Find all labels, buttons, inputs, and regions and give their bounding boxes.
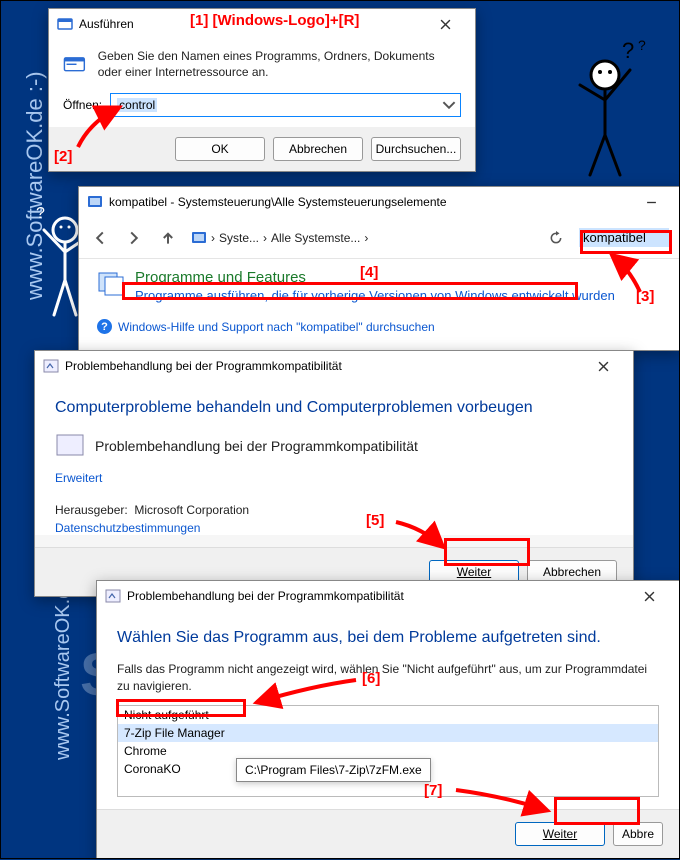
window-title: Problembehandlung bei der Programmkompat… [127,589,404,603]
run-title: Ausführen [79,17,134,31]
list-item[interactable]: Nicht aufgeführt [118,706,658,724]
ts-subheading: Problembehandlung bei der Programmkompat… [55,431,613,461]
minimize-button[interactable] [631,187,671,217]
programs-features-heading: Programme und Features [135,269,615,286]
run-dialog: Ausführen Geben Sie den Namen eines Prog… [48,8,476,172]
chevron-down-icon[interactable] [442,98,456,112]
publisher-value: Microsoft Corporation [134,503,249,517]
run-icon [57,16,73,32]
path-tooltip: C:\Program Files\7-Zip\7zFM.exe [236,758,431,782]
help-search-link[interactable]: ? Windows-Hilfe und Support nach "kompat… [97,319,661,334]
svg-text:?: ? [638,40,646,53]
list-item-selected[interactable]: 7-Zip File Manager [118,724,658,742]
ts-hint: Falls das Programm nicht angezeigt wird,… [117,661,659,695]
cancel-button[interactable]: Abbre [613,822,663,846]
wizard-icon [55,431,85,461]
breadcrumb[interactable]: › Syste... › Alle Systemste... › [191,230,533,246]
watermark-text: www.SoftwareOK.de :-) [22,71,48,300]
programs-features-icon [97,269,125,297]
control-panel-icon [87,194,103,210]
titlebar: Problembehandlung bei der Programmkompat… [35,351,633,381]
window-title: Problembehandlung bei der Programmkompat… [65,359,342,373]
refresh-button[interactable] [545,227,567,249]
titlebar: Ausführen [49,9,475,39]
titlebar: kompatibel - Systemsteuerung\Alle System… [79,187,679,217]
wizard-icon [105,588,121,604]
control-panel-window: kompatibel - Systemsteuerung\Alle System… [78,186,680,351]
run-large-icon [63,49,86,81]
close-button[interactable] [581,351,625,381]
troubleshooter-window-2: Problembehandlung bei der Programmkompat… [96,580,680,859]
wizard-icon [43,358,59,374]
ts-heading: Wählen Sie das Programm aus, bei dem Pro… [117,629,659,647]
compat-troubleshooter-link[interactable]: Programme ausführen, die für vorherige V… [135,288,615,303]
cancel-button[interactable]: Abbrechen [273,137,363,161]
advanced-link[interactable]: Erweitert [55,471,613,485]
program-list[interactable]: Nicht aufgeführt 7-Zip File Manager Chro… [117,705,659,797]
help-icon: ? [97,319,112,334]
titlebar: Problembehandlung bei der Programmkompat… [97,581,679,611]
run-description: Geben Sie den Namen eines Programms, Ord… [98,49,461,80]
crumb-segment[interactable]: Alle Systemste... [271,231,360,245]
troubleshooter-window-1: Problembehandlung bei der Programmkompat… [34,350,634,597]
decorative-figure: ? ? [560,40,670,190]
search-input[interactable] [579,228,669,247]
back-button[interactable] [89,227,111,249]
privacy-link[interactable]: Datenschutzbestimmungen [55,521,613,535]
window-title: kompatibel - Systemsteuerung\Alle System… [109,195,447,209]
open-value: control [117,98,157,112]
browse-button[interactable]: Durchsuchen... [371,137,461,161]
close-button[interactable] [627,581,671,611]
ok-button[interactable]: OK [175,137,265,161]
ts-heading: Computerprobleme behandeln und Computerp… [55,399,613,417]
open-label: Öffnen: [63,98,102,112]
close-button[interactable] [423,9,467,39]
forward-button[interactable] [123,227,145,249]
control-panel-icon [191,230,207,246]
svg-text:?: ? [36,205,45,222]
crumb-segment[interactable]: Syste... [219,231,259,245]
open-combobox[interactable]: control [110,93,461,117]
publisher-label: Herausgeber: [55,503,128,517]
svg-text:?: ? [622,40,634,63]
next-button[interactable]: Weiter [515,822,605,846]
up-button[interactable] [157,227,179,249]
help-text: Windows-Hilfe und Support nach "kompatib… [118,320,435,334]
